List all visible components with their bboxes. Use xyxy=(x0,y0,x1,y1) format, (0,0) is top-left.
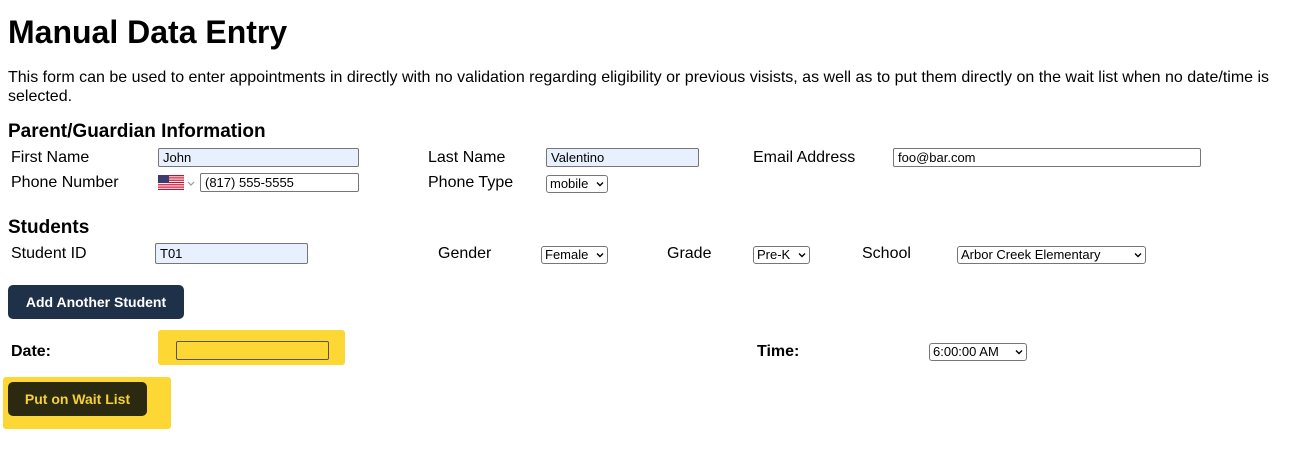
phone-type-value: mobile xyxy=(550,176,589,191)
school-select[interactable]: Arbor Creek Elementary xyxy=(957,246,1146,264)
first-name-label: First Name xyxy=(11,149,90,166)
time-select[interactable]: 6:00:00 AM xyxy=(929,343,1027,361)
email-label: Email Address xyxy=(753,149,856,166)
add-another-student-button[interactable]: Add Another Student xyxy=(8,285,184,319)
gender-value: Female xyxy=(545,247,589,262)
time-value: 6:00:00 AM xyxy=(933,344,999,359)
phone-type-label: Phone Type xyxy=(428,174,514,191)
school-value: Arbor Creek Elementary xyxy=(961,247,1101,262)
chevron-down-icon xyxy=(596,182,604,187)
us-flag-icon[interactable] xyxy=(158,175,184,190)
students-section-heading: Students xyxy=(8,217,90,238)
grade-label: Grade xyxy=(667,245,712,262)
date-input[interactable] xyxy=(176,341,329,360)
student-id-label: Student ID xyxy=(11,245,87,262)
chevron-down-icon xyxy=(596,253,604,258)
last-name-input[interactable]: Valentino xyxy=(546,148,699,167)
phone-number-input[interactable]: (817) 555-5555 xyxy=(200,173,359,192)
chevron-down-icon xyxy=(798,253,806,258)
grade-select[interactable]: Pre-K xyxy=(753,246,810,264)
student-id-input[interactable]: T01 xyxy=(155,243,308,264)
time-label: Time: xyxy=(757,343,800,360)
email-input[interactable]: foo@bar.com xyxy=(893,148,1201,167)
school-label: School xyxy=(862,245,911,262)
grade-value: Pre-K xyxy=(757,247,791,262)
parent-section-heading: Parent/Guardian Information xyxy=(8,121,266,142)
phone-number-label: Phone Number xyxy=(11,174,119,191)
date-label: Date: xyxy=(11,343,52,360)
put-on-wait-list-button[interactable]: Put on Wait List xyxy=(8,382,147,416)
phone-type-select[interactable]: mobile xyxy=(546,175,608,193)
last-name-label: Last Name xyxy=(428,149,506,166)
gender-label: Gender xyxy=(438,245,492,262)
page-title: Manual Data Entry xyxy=(8,14,288,50)
chevron-down-icon[interactable] xyxy=(187,180,195,187)
gender-select[interactable]: Female xyxy=(541,246,608,264)
chevron-down-icon xyxy=(1015,350,1023,355)
manual-data-entry-page: Manual Data Entry This form can be used … xyxy=(0,0,1310,458)
first-name-input[interactable]: John xyxy=(158,148,359,167)
page-description: This form can be used to enter appointme… xyxy=(8,69,1270,105)
chevron-down-icon xyxy=(1134,253,1142,258)
